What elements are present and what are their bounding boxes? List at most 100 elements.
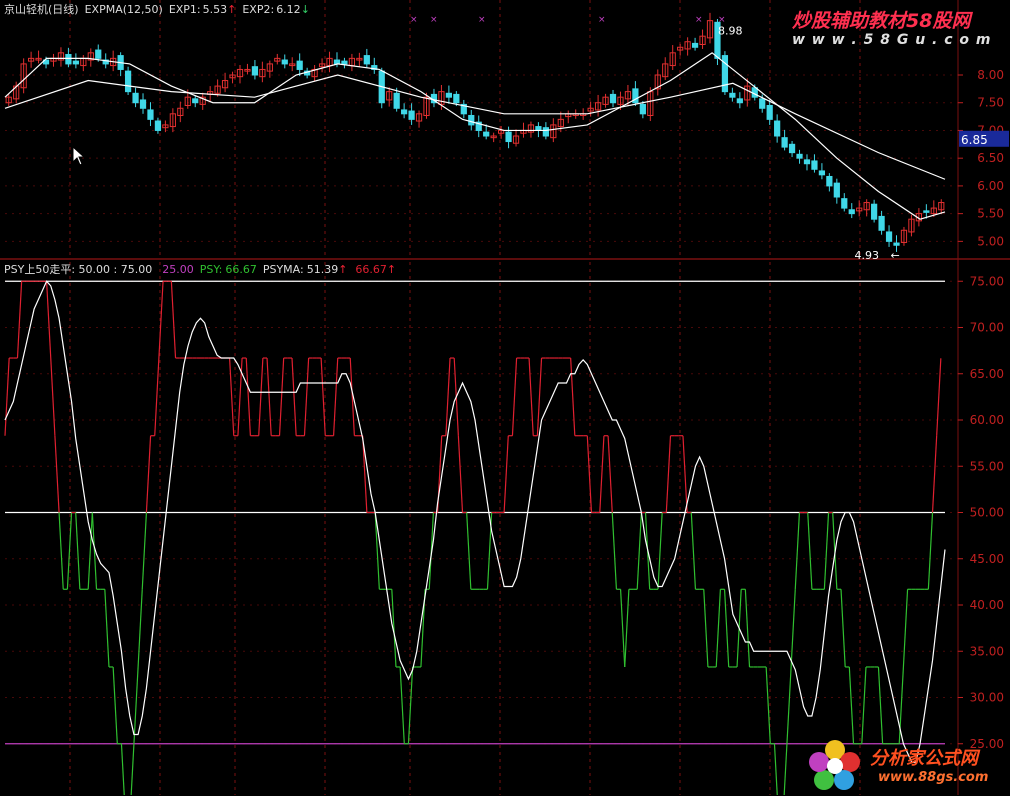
candle-body [803,159,811,165]
psy-segment [75,512,81,590]
lower-tick-label: 70.00 [970,321,1004,335]
psy-segment [145,435,152,513]
exp2-down-arrow-icon: ↓ [300,3,310,16]
signal-x-marker: × [410,15,418,25]
candle-body [796,153,803,159]
ema-lines [4,52,946,220]
psy-segment [120,743,125,795]
psy-segment [570,357,576,436]
psy-value: 66.67 [225,263,257,276]
psy-segment [229,357,235,436]
psy-segment [16,281,23,359]
psy-segment [4,357,10,436]
candlestick-series [5,12,945,252]
psy-segment [624,589,630,668]
signal-x-marker: × [718,15,726,25]
candle-body [766,105,773,120]
exp1-label: EXP1: [168,3,201,16]
candle-body [729,92,736,98]
psy-segment [466,512,472,590]
psy-segment [586,435,593,513]
psy-segment [607,435,613,513]
exp1-up-arrow-icon: ↑ [227,3,237,16]
candle-body [468,114,475,126]
psy-segment [130,743,135,795]
candle-body [445,92,452,98]
psy-segment [58,512,64,590]
psyma-up-arrow-icon: ↑ [338,263,348,276]
candle-body [333,59,341,65]
high-mark-label: 8.98 [718,25,743,38]
psy-segment [137,589,143,668]
exp1-line [4,52,946,220]
psy-label: PSY: [199,263,223,276]
psy-segment [399,666,405,744]
signal-x-marker: × [598,15,606,25]
candle-body [147,109,154,120]
candle-body [871,203,878,220]
psy-segment [794,512,801,590]
current-price-text: 6.85 [961,133,988,147]
psy-segment [744,589,751,668]
candle-body [609,93,617,104]
lower-tick-label: 35.00 [970,644,1004,658]
upper-tick-label: 7.50 [977,96,1004,110]
signal-x-marker: × [695,15,703,25]
psy-segment [861,666,867,744]
watermark-url: w w w . 5 8 G u . c o m [792,32,992,48]
chart-stage: 8.00 7.50 7.00 6.50 6.00 5.50 5.00 75.00 70.00 65… [0,0,1010,795]
psy-segment [303,357,310,436]
psy-segment [703,589,709,668]
y-axis: 8.007.507.006.506.005.505.0075.0070.0065… [958,68,1009,751]
mouse-cursor-icon [72,145,86,170]
psy-segment [291,357,297,436]
psy-segment [715,589,721,668]
candle-body [408,110,415,120]
psy-segment [266,357,272,436]
stock-name[interactable]: 京山轻机(日线) [4,3,79,16]
watermark-title: 炒股辅助教材58股网 [792,10,971,32]
upper-tick-label: 5.50 [977,207,1004,221]
psy-segment [170,281,177,359]
psy-segment [50,357,56,436]
psy-segment [66,512,73,590]
psy-segment [332,357,339,436]
psy-segment [112,666,118,744]
upper-tick-label: 8.00 [977,68,1004,82]
candle-body [132,92,139,104]
psy-segment [936,358,942,436]
psy-segment [840,589,846,668]
candle-body [893,242,900,246]
candle-body [848,209,855,215]
candle-body [124,70,132,93]
psy-segment [599,435,605,513]
psy-levels: : 50.00 : 75.00 [71,263,153,276]
lower-grid [5,262,958,795]
psy-segment [141,512,148,590]
psy-segment [877,666,884,744]
lower-tick-label: 50.00 [970,506,1004,520]
candle-body [811,160,818,170]
psy-segment [786,666,792,744]
upper-tick-label: 6.50 [977,151,1004,165]
lower-tick-label: 60.00 [970,413,1004,427]
psy-segment [245,357,251,436]
upper-tick-label: 5.00 [977,234,1004,248]
candle-body [885,231,893,242]
psy-segment [823,512,830,590]
psy-segment [773,743,778,795]
psy-segment [807,512,813,590]
candle-body [878,215,885,231]
candle-body [841,198,848,209]
psy-segment [690,512,697,590]
candle-body [281,59,288,65]
psy-segment [636,512,642,590]
candle-body [72,60,79,65]
candle-body [833,182,840,198]
low-mark-label: 4.93 [855,249,880,262]
level-25-value: 25.00 [162,263,194,276]
candle-body [639,103,646,115]
chart-marks: 8.98 4.93 ← × × × × × × [410,15,900,262]
candle-body [923,210,930,213]
psy-segment [902,589,909,668]
